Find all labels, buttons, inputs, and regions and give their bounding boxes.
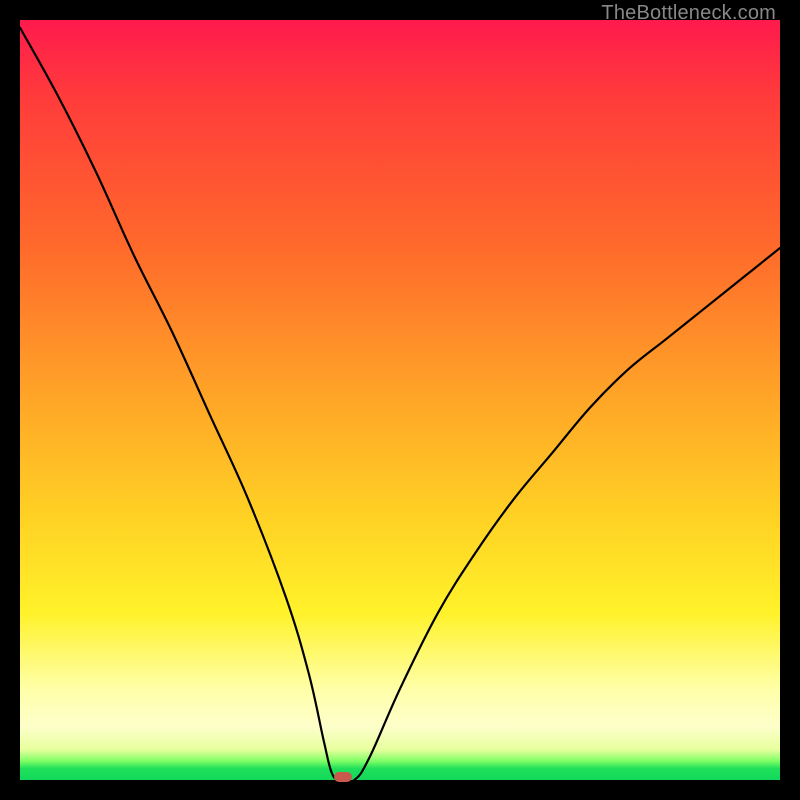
- plot-area: [20, 20, 780, 780]
- optimal-point-marker: [334, 772, 352, 782]
- watermark-text: TheBottleneck.com: [601, 2, 776, 25]
- chart-frame: TheBottleneck.com: [0, 0, 800, 800]
